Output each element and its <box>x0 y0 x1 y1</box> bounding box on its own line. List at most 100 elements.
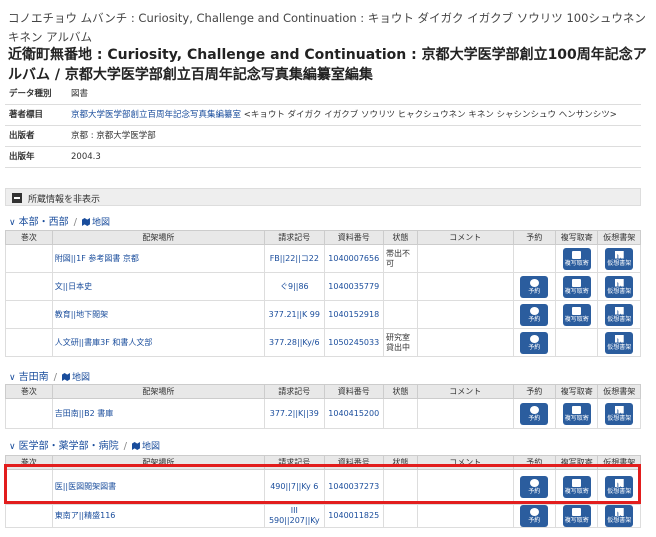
holdings-toggle[interactable]: 所蔵情報を非表示 <box>5 188 641 206</box>
title-transcription: コノエチョウ ムバンチ : Curiosity, Challenge and C… <box>8 11 646 44</box>
call-number-cell: 377.2||K||39 <box>264 398 325 429</box>
button-label: 予約 <box>528 315 541 323</box>
meta-row: 著者標目 京都大学医学部創立百周年記念写真集編纂室 <キョウト ダイガク イガクブ… <box>5 104 641 126</box>
shelf-location-link[interactable]: 人文研||書庫3F 和書人文部 <box>55 338 153 347</box>
map-link[interactable]: 地図 <box>142 442 160 452</box>
call-number-link[interactable]: 377.21||K 99 <box>269 310 320 319</box>
bookshelf-icon <box>614 278 624 287</box>
reserve-cell: 予約 <box>512 398 556 429</box>
location-name[interactable]: 本部・西部 <box>19 217 69 228</box>
location-name[interactable]: 医学部・薬学部・病院 <box>19 441 119 452</box>
call-number-cell: 377.21||K 99 <box>264 300 325 329</box>
item-id-cell: 1040011825 <box>323 504 384 528</box>
copy-cell: 複写取寄 <box>554 272 599 301</box>
copy-request-button[interactable]: 複写取寄 <box>562 402 591 425</box>
location-name[interactable]: 吉田南 <box>19 372 49 383</box>
item-id-cell: 1040035779 <box>323 272 384 301</box>
copy-request-button[interactable]: 複写取寄 <box>562 275 591 298</box>
location-heading: ∨ 吉田南 / 地図 <box>9 368 90 383</box>
map-link[interactable]: 地図 <box>92 218 110 228</box>
copy-cell: 複写取寄 <box>554 398 599 429</box>
map-icon[interactable] <box>81 218 90 226</box>
virtual-shelf-button[interactable]: 仮想書架 <box>605 275 634 298</box>
reserve-cell: 予約 <box>512 272 556 301</box>
virtual-shelf-button[interactable]: 仮想書架 <box>605 402 634 425</box>
call-number-link[interactable]: 377.28||Ky/6 <box>269 338 320 347</box>
item-id-link[interactable]: 1040152918 <box>328 310 379 319</box>
copy-icon <box>572 250 582 259</box>
column-header-copy: 複写取寄 <box>554 384 599 399</box>
copy-icon <box>572 405 582 414</box>
chevron-down-icon[interactable]: ∨ <box>9 442 16 452</box>
volume-cell <box>5 300 53 329</box>
call-number-link[interactable]: ぐ9||86 <box>280 282 309 291</box>
reserve-cell: 予約 <box>512 328 556 357</box>
volume-cell <box>5 244 53 273</box>
virtual-shelf-button[interactable]: 仮想書架 <box>605 331 634 354</box>
table-row: 附図||1F 参考図書 京都 FB||22||コ22 1040007656 帯出不可複… <box>5 244 641 273</box>
comment-cell <box>416 398 514 429</box>
column-header-comment: コメント <box>416 230 514 245</box>
call-number-link[interactable]: III 590||207||Ky <box>269 506 320 525</box>
shelf-location-link[interactable]: 附図||1F 参考図書 京都 <box>55 254 139 263</box>
shelf-location-link[interactable]: 吉田南||B2 書庫 <box>55 409 114 418</box>
meta-key: 出版年 <box>5 146 67 168</box>
meta-key: 著者標目 <box>5 104 67 126</box>
item-id-link[interactable]: 1040035779 <box>328 282 379 291</box>
author-link[interactable]: 京都大学医学部創立百周年記念写真集編纂室 <box>71 110 241 120</box>
map-icon[interactable] <box>61 373 70 381</box>
reserve-button[interactable]: 予約 <box>520 402 549 425</box>
button-label: 予約 <box>528 343 541 351</box>
column-header-reserve: 予約 <box>512 230 556 245</box>
reserve-cell <box>512 244 556 273</box>
shelf-location-cell: 東南ア||精盛116 <box>51 504 266 528</box>
item-id-link[interactable]: 1050245033 <box>328 338 379 347</box>
button-label: 予約 <box>528 517 541 524</box>
map-link[interactable]: 地図 <box>72 373 90 383</box>
shelf-location-link[interactable]: 教育||地下閲架 <box>55 310 108 319</box>
button-label: 複写取寄 <box>564 517 589 524</box>
reserve-button[interactable]: 予約 <box>520 331 549 354</box>
shelf-cell: 仮想書架 <box>597 398 641 429</box>
column-header-id: 資料番号 <box>323 384 384 399</box>
button-label: 仮想書架 <box>607 343 632 351</box>
item-id-cell: 1040415200 <box>323 398 384 429</box>
table-row: 文||日本史 ぐ9||86 1040035779 予約 複写取寄 仮想書架 <box>5 272 641 301</box>
meta-value: 図書 <box>67 84 641 105</box>
copy-request-button[interactable]: 複写取寄 <box>562 303 591 326</box>
shelf-cell: 仮想書架 <box>597 504 641 528</box>
bibliographic-table: データ種別 図書 著者標目 京都大学医学部創立百周年記念写真集編纂室 <キョウト ダ… <box>5 84 641 168</box>
item-id-link[interactable]: 1040011825 <box>328 511 379 520</box>
virtual-shelf-button[interactable]: 仮想書架 <box>605 247 634 270</box>
shelf-location-link[interactable]: 東南ア||精盛116 <box>55 511 116 520</box>
button-label: 予約 <box>528 414 541 422</box>
call-number-link[interactable]: 377.2||K||39 <box>270 409 319 418</box>
bookshelf-icon <box>614 306 624 315</box>
call-number-link[interactable]: FB||22||コ22 <box>270 254 319 263</box>
button-label: 仮想書架 <box>607 287 632 295</box>
item-id-link[interactable]: 1040007656 <box>328 254 379 263</box>
reserve-button[interactable]: 予約 <box>520 303 549 326</box>
item-id-cell: 1040152918 <box>323 300 384 329</box>
reserve-button[interactable]: 予約 <box>520 275 549 298</box>
bookshelf-icon <box>614 508 624 516</box>
separator: / <box>123 441 127 452</box>
button-label: 複写取寄 <box>564 259 589 267</box>
comment-cell <box>416 504 514 528</box>
map-icon[interactable] <box>131 442 140 450</box>
holdings-table: 巻次 配架場所 請求記号 資料番号 状態 コメント 予約 複写取寄 仮想書架 附図||1F 参考図… <box>5 230 641 357</box>
column-header-vol: 巻次 <box>5 230 53 245</box>
volume-cell <box>5 504 53 528</box>
copy-request-button[interactable]: 複写取寄 <box>562 247 591 270</box>
chevron-down-icon[interactable]: ∨ <box>9 373 16 383</box>
virtual-shelf-button[interactable]: 仮想書架 <box>605 505 634 527</box>
item-id-link[interactable]: 1040415200 <box>328 409 379 418</box>
virtual-shelf-button[interactable]: 仮想書架 <box>605 303 634 326</box>
bookshelf-icon <box>614 405 624 414</box>
reserve-button[interactable]: 予約 <box>520 505 549 527</box>
highlight-box <box>4 464 641 504</box>
shelf-location-cell: 教育||地下閲架 <box>51 300 266 329</box>
copy-request-button[interactable]: 複写取寄 <box>562 505 591 527</box>
chevron-down-icon[interactable]: ∨ <box>9 218 16 228</box>
shelf-location-link[interactable]: 文||日本史 <box>55 282 92 291</box>
